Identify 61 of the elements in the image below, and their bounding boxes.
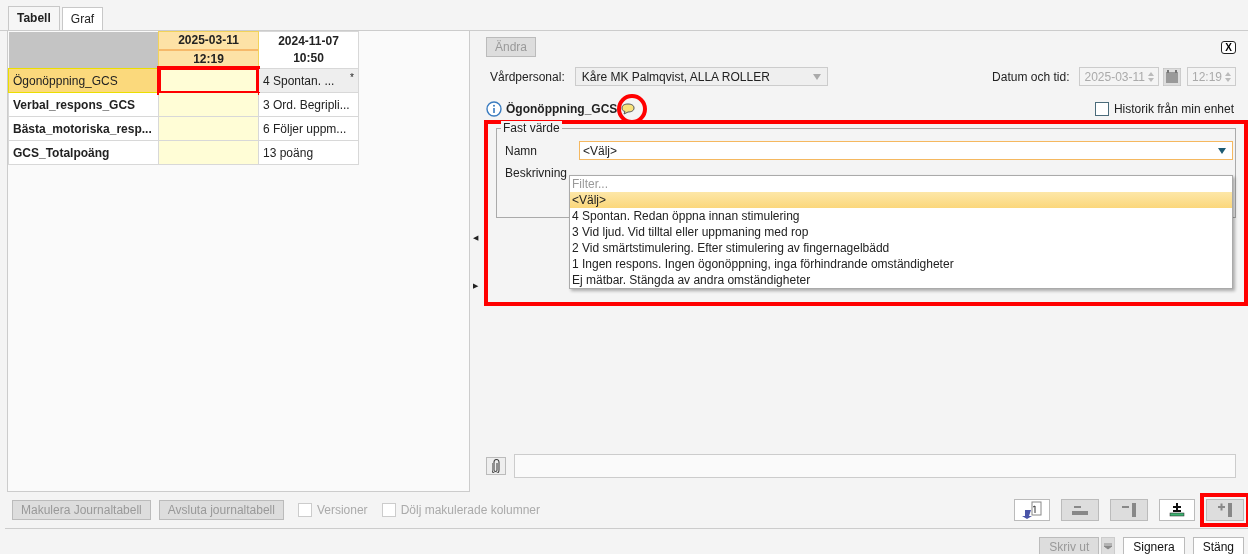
checkbox-label: Dölj makulerade kolumner (400, 503, 541, 517)
table-cell[interactable]: 3 Ord. Begripli... (258, 92, 359, 117)
table-cell[interactable]: 13 poäng (258, 140, 359, 165)
cell-text: 13 poäng (263, 145, 314, 160)
table-cell[interactable] (158, 116, 259, 141)
attach-button[interactable] (486, 457, 506, 475)
remove-row-button[interactable] (1061, 499, 1099, 521)
add-row-button[interactable] (1159, 499, 1195, 521)
filter-field[interactable]: Filter... (570, 176, 1232, 192)
close-button[interactable]: X (1221, 40, 1236, 54)
insert-button[interactable] (1014, 499, 1050, 521)
row-header[interactable]: GCS_Totalpoäng (8, 140, 159, 165)
footer-button[interactable]: Signera (1123, 537, 1185, 554)
staff-dropdown[interactable]: Kåre MK Palmqvist, ALLA ROLLER (574, 67, 828, 86)
dropdown-option[interactable]: <Välj> (570, 192, 1232, 208)
info-icon[interactable] (486, 101, 502, 117)
checkbox-label: Versioner (316, 503, 368, 517)
table-cell[interactable] (158, 92, 259, 117)
tab[interactable]: Graf (61, 7, 104, 30)
caret-icon (1103, 542, 1114, 550)
row-header[interactable]: Bästa_motoriska_resp... (8, 116, 159, 141)
tab[interactable]: Tabell (8, 6, 60, 30)
remove-column-button[interactable] (1110, 499, 1148, 521)
spinner-icon[interactable] (1147, 70, 1154, 83)
table-cell[interactable]: 4 Spontan. ... * (258, 68, 359, 93)
datetime-label: Datum och tid: (992, 69, 1070, 84)
add-row-icon (1166, 502, 1188, 518)
field-label: Beskrivning (505, 166, 569, 180)
comment-field[interactable] (514, 454, 1236, 478)
checkbox[interactable] (1094, 102, 1109, 116)
asterisk-marker: * (350, 72, 354, 83)
calendar-icon[interactable] (1162, 67, 1181, 86)
dropdown-option[interactable]: 2 Vid smärtstimulering. Efter stimulering av fingernagelbädd (570, 240, 1232, 256)
field-label: Namn (505, 143, 538, 158)
dropdown-option[interactable]: 4 Spontan. Redan öppna innan stimulering (570, 208, 1232, 224)
cell-text: 3 Ord. Begripli... (263, 97, 350, 112)
dropdown-option[interactable]: Ej mätbar. Stängda av andra omständigheter (570, 272, 1232, 288)
term-title: Ögonöppning_GCS (506, 102, 618, 116)
cell-text: 6 Följer uppm... (263, 121, 347, 136)
spinner-icon[interactable] (1225, 70, 1231, 83)
table-cell[interactable]: 6 Följer uppm... (258, 116, 359, 141)
table-cell[interactable] (158, 140, 259, 165)
comment-icon[interactable] (621, 103, 636, 115)
print-options-button[interactable] (1101, 537, 1116, 554)
caret-icon (812, 73, 821, 80)
row-header[interactable]: Ögonöppning_GCS (8, 68, 159, 93)
caret-icon (1218, 147, 1226, 154)
footer-button[interactable]: Stäng (1192, 537, 1244, 554)
cell-text: 4 Spontan. ... (263, 73, 335, 88)
name-dropdown[interactable]: <Välj> (579, 141, 1233, 160)
dropdown-option[interactable]: 3 Vid ljud. Vid tilltal eller uppmaning med rop (570, 224, 1232, 240)
checkbox-label: Historik från min enhet (1113, 102, 1234, 116)
insert-icon (1021, 501, 1043, 519)
group-title: Fast värde (501, 121, 562, 135)
dropdown-option[interactable]: 1 Ingen respons. Ingen ögonöppning, inga förhindrande omständigheter (570, 256, 1232, 272)
column-header[interactable]: 2025-03-11 12:19 (158, 31, 259, 69)
staff-label: Vårdpersonal: (490, 69, 565, 84)
remove-row-icon (1069, 503, 1091, 517)
paperclip-icon (492, 459, 500, 473)
row-header[interactable]: Verbal_respons_GCS (8, 92, 159, 117)
column-header[interactable]: 2024-11-07 10:50 (258, 31, 359, 69)
